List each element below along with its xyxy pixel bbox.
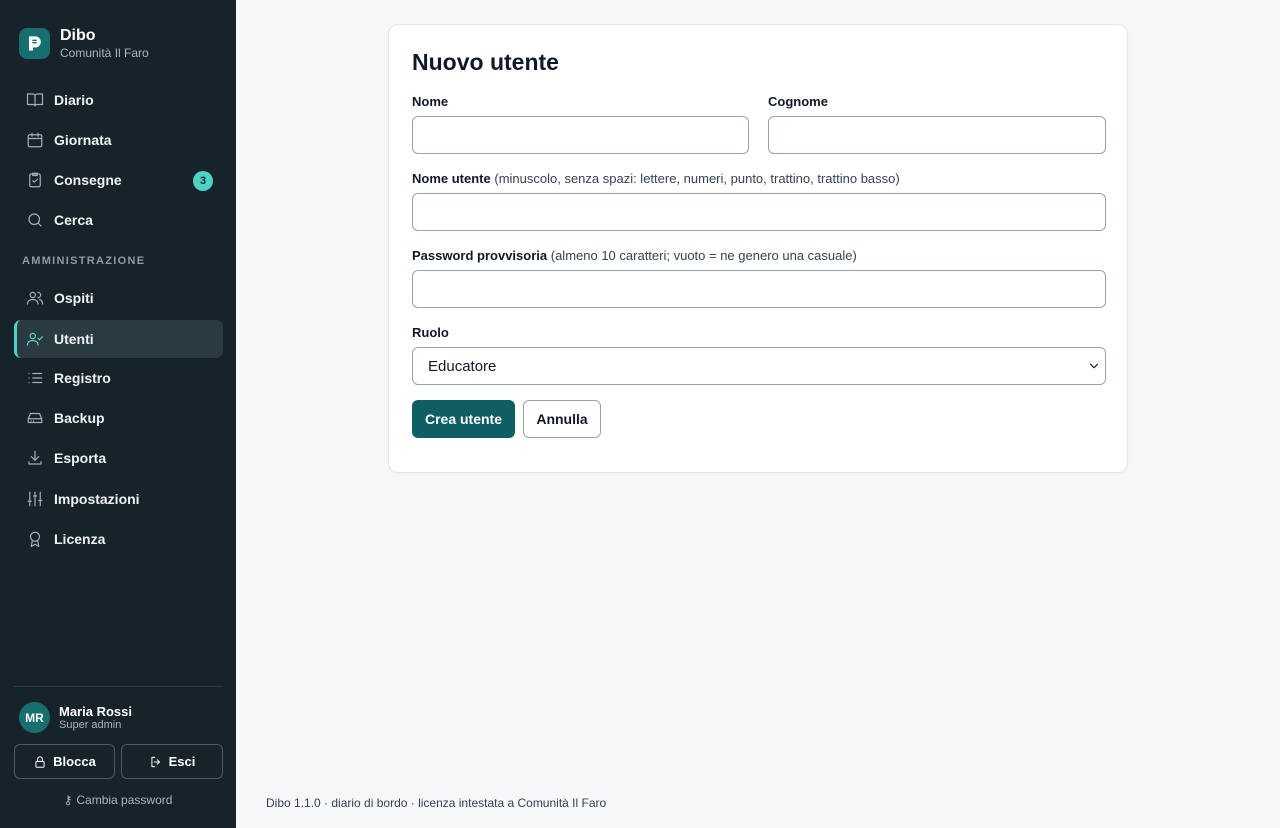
sidebar-item-label: Licenza [54,531,106,547]
user-name: Maria Rossi [59,703,132,719]
sidebar-item-label: Consegne [54,172,122,188]
page-title: Nuovo utente [412,49,559,75]
role-select[interactable]: Educatore [412,347,1106,385]
sidebar-item-label: Utenti [54,331,94,347]
last-name-label: Cognome [768,94,828,109]
role-select-value: Educatore [428,357,497,375]
clipboard-check-icon [25,170,45,190]
username-field[interactable] [412,193,1106,231]
user-role: Super admin [59,718,122,731]
sidebar-item-diario[interactable]: Diario [14,81,223,119]
list-icon [25,368,45,388]
user-check-icon [25,329,45,349]
logout-button-label: Esci [168,754,196,769]
sidebar-item-label: Registro [54,370,111,386]
sidebar-item-backup[interactable]: Backup [14,399,223,437]
app-name: Dibo [60,27,96,44]
role-label: Ruolo [412,325,449,340]
users-icon [25,288,45,308]
sidebar-item-impostazioni[interactable]: Impostazioni [14,480,223,518]
password-label-row: Password provvisoria (almeno 10 caratter… [412,248,857,263]
first-name-label: Nome [412,94,449,109]
award-icon [25,529,45,549]
password-label: Password provvisoria [412,248,548,263]
last-name-field[interactable] [768,116,1106,154]
sidebar-item-esporta[interactable]: Esporta [14,439,223,477]
book-icon [25,90,45,110]
calendar-icon [25,130,45,150]
org-name: Comunità Il Faro [60,46,149,60]
cancel-button[interactable]: Annulla [523,400,601,438]
logout-button[interactable]: Esci [121,744,223,779]
sidebar-item-label: Backup [54,410,105,426]
username-hint: (minuscolo, senza spazi: lettere, numeri… [494,171,900,186]
create-user-button[interactable]: Crea utente [412,400,515,438]
logout-icon [151,756,160,767]
download-icon [25,448,45,468]
sidebar-item-licenza[interactable]: Licenza [14,520,223,558]
sidebar-item-giornata[interactable]: Giornata [14,121,223,159]
section-label-admin: AMMINISTRAZIONE [22,255,146,267]
username-label-row: Nome utente (minuscolo, senza spazi: let… [412,171,900,186]
sidebar-item-registro[interactable]: Registro [14,359,223,397]
footer-text: Dibo 1.1.0 · diario di bordo · licenza i… [266,796,607,810]
avatar: MR [19,702,50,733]
sidebar-item-label: Cerca [54,212,93,228]
lock-icon [35,755,45,768]
change-password-link[interactable]: ⚷ Cambia password [0,793,236,807]
change-password-label: Cambia password [76,793,173,807]
sidebar-item-cerca[interactable]: Cerca [14,201,223,239]
hard-drive-icon [25,408,45,428]
count-badge: 3 [193,171,213,191]
sidebar: Dibo Comunità Il Faro Diario Giornata Co… [0,0,236,828]
sidebar-item-label: Esporta [54,450,107,466]
logo-icon [19,28,50,59]
chevron-down-icon [1087,359,1101,373]
sidebar-item-ospiti[interactable]: Ospiti [14,279,223,317]
new-user-form-card: Nuovo utente Nome Cognome Nome utente (m… [388,24,1128,473]
lock-button[interactable]: Blocca [14,744,115,779]
password-hint: (almeno 10 caratteri; vuoto = ne genero … [550,248,857,263]
user-profile: MR Maria Rossi Super admin [19,702,132,733]
key-icon: ⚷ [63,793,73,807]
sidebar-item-label: Ospiti [54,290,94,306]
brand: Dibo Comunità Il Faro [19,27,149,60]
search-icon [25,210,45,230]
sidebar-item-utenti[interactable]: Utenti [14,320,223,358]
first-name-field[interactable] [412,116,749,154]
sidebar-item-consegne[interactable]: Consegne 3 [14,161,223,199]
password-field[interactable] [412,270,1106,308]
username-label: Nome utente [412,171,491,186]
sidebar-item-label: Diario [54,92,94,108]
sidebar-item-label: Giornata [54,132,112,148]
sidebar-item-label: Impostazioni [54,491,140,507]
lock-button-label: Blocca [53,754,96,769]
sidebar-divider [14,686,223,687]
sliders-icon [25,489,45,509]
